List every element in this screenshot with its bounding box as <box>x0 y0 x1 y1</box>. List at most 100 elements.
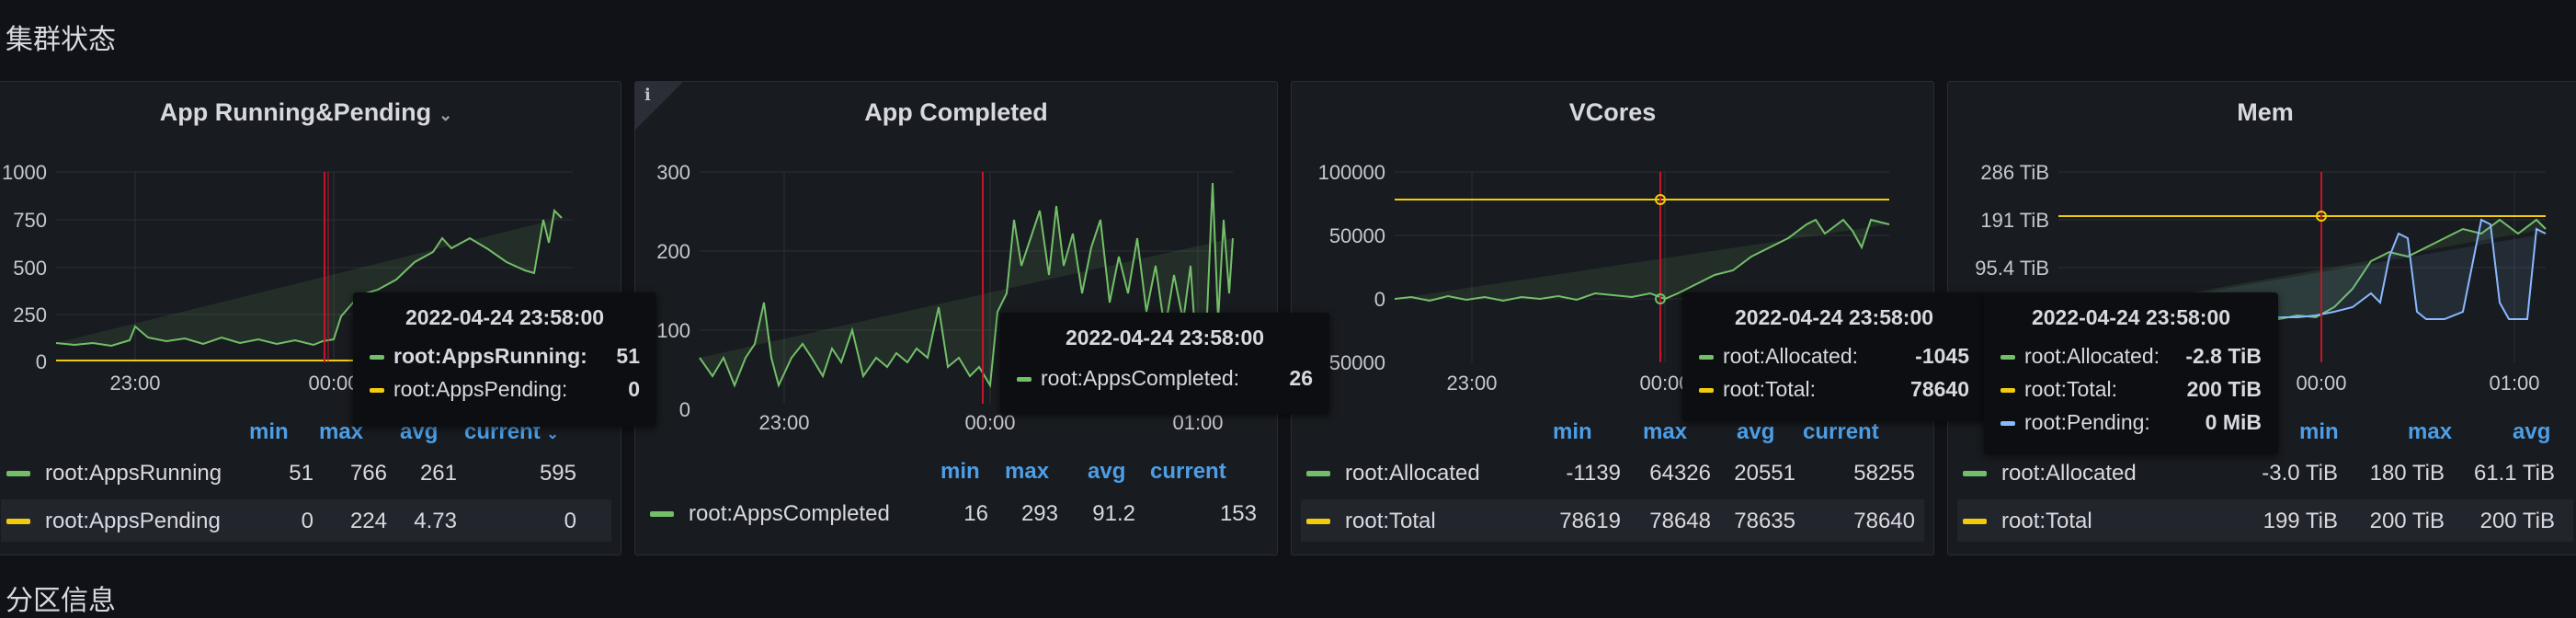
tooltip-series-name: root:Pending: <box>2024 410 2150 434</box>
legend-min: -3.0 TiB <box>2262 461 2338 486</box>
y-tick-label: 286 TiB <box>1980 161 2049 184</box>
tooltip-value: 26 <box>1289 366 1313 390</box>
legend-current: 78640 <box>1853 509 1915 533</box>
x-tick-label: 00:00 <box>964 411 1015 434</box>
legend-header-avg[interactable]: avg <box>2513 419 2550 445</box>
tooltip-time: 2022-04-24 23:58:00 <box>1734 305 1934 329</box>
legend-max: 180 TiB <box>2369 461 2445 486</box>
legend-avg: 20551 <box>1734 461 1795 486</box>
legend-series-name[interactable]: root:AppsRunning <box>45 461 222 486</box>
tooltip-app-running: 2022-04-24 23:58:00 root:AppsRunning: 51… <box>353 292 656 427</box>
y-axis: 1000 750 500 250 0 <box>2 161 47 373</box>
legend-item-apps-completed[interactable]: root:AppsCompleted 16 293 91.2 153 <box>644 492 1268 534</box>
legend-item-allocated[interactable]: root:Allocated -1139 64326 20551 58255 <box>1301 452 1924 494</box>
y-tick-label: 50000 <box>1329 224 1385 247</box>
tooltip-row: root:Total: 200 TiB <box>2000 375 2262 406</box>
legend-header-current[interactable]: current <box>1150 459 1226 485</box>
tooltip-value: 0 <box>628 377 640 401</box>
series-swatch[interactable] <box>1306 471 1330 476</box>
series-swatch[interactable] <box>6 519 30 524</box>
tooltip-value: 78640 <box>1910 377 1969 401</box>
legend-max: 200 TiB <box>2369 509 2445 533</box>
tooltip-value: 200 TiB <box>2186 377 2262 401</box>
legend-series-name[interactable]: root:AppsPending <box>45 509 221 534</box>
x-axis: 23:00 00:00 <box>1446 372 1690 395</box>
chevron-down-icon[interactable]: ⌄ <box>546 427 558 442</box>
legend-item-total[interactable]: root:Total 78619 78648 78635 78640 <box>1301 499 1924 542</box>
legend-series-name[interactable]: root:Allocated <box>1345 461 1480 486</box>
series-swatch[interactable] <box>6 471 30 476</box>
legend-avg: 78635 <box>1734 509 1795 533</box>
x-tick-label: 01:00 <box>1172 411 1223 434</box>
y-tick-label: 95.4 TiB <box>1975 257 2049 280</box>
tooltip-series-name: root:AppsCompleted: <box>1041 366 1240 390</box>
legend-header-avg[interactable]: avg <box>1088 459 1125 485</box>
tooltip-series-name: root:AppsRunning: <box>393 344 587 368</box>
tooltip-row: root:AppsPending: 0 <box>370 375 640 406</box>
tooltip-app-completed: 2022-04-24 23:58:00 root:AppsCompleted: … <box>1000 313 1329 414</box>
legend-item-total[interactable]: root:Total 199 TiB 200 TiB 200 TiB <box>1957 499 2573 542</box>
legend-header-min[interactable]: min <box>1553 419 1592 445</box>
tooltip-row: root:Allocated: -2.8 TiB <box>2000 342 2262 373</box>
legend-header-max[interactable]: max <box>1005 459 1049 485</box>
legend-header-current[interactable]: current <box>1803 419 1879 445</box>
legend-series-name[interactable]: root:Total <box>1345 509 1436 534</box>
x-axis: 23:00 00:00 01:00 <box>758 411 1223 434</box>
tooltip-time: 2022-04-24 23:58:00 <box>2031 305 2231 329</box>
y-tick-label: 200 <box>656 240 690 263</box>
x-tick-label: 00:00 <box>2296 372 2346 395</box>
x-tick-label: 23:00 <box>109 372 160 395</box>
tooltip-row: root:Allocated: -1045 <box>1699 342 1969 373</box>
y-tick-label: 100 <box>656 319 690 342</box>
y-tick-label: 300 <box>656 161 690 184</box>
series-swatch[interactable] <box>1963 519 1987 524</box>
tooltip-series-name: root:AppsPending: <box>393 377 568 401</box>
series-swatch <box>370 355 384 360</box>
tooltip-row: root:Total: 78640 <box>1699 375 1969 406</box>
row-title-partition-info[interactable]: 分区信息 <box>6 578 116 618</box>
series-swatch <box>2000 355 2015 360</box>
legend-series-name[interactable]: root:Total <box>2001 509 2092 534</box>
x-axis: 23:00 00:00 <box>109 372 359 395</box>
x-tick-label: 01:00 <box>2489 372 2539 395</box>
row-title-cluster-status[interactable]: 集群状态 <box>6 17 116 57</box>
legend-current: 0 <box>564 509 576 533</box>
tooltip-value: -1045 <box>1915 344 1969 368</box>
legend-header-avg[interactable]: avg <box>1737 419 1774 445</box>
tooltip-time: 2022-04-24 23:58:00 <box>405 305 605 329</box>
legend-current: 595 <box>539 461 576 486</box>
series-line-allocated <box>1394 218 1890 303</box>
legend-current: 153 <box>1219 501 1257 526</box>
tooltip-row: root:AppsRunning: 51 <box>370 342 640 373</box>
y-tick-label: 1000 <box>2 161 47 184</box>
tooltip-value: 51 <box>616 344 640 368</box>
legend-series-name[interactable]: root:Allocated <box>2001 461 2137 486</box>
tooltip-series-name: root:Total: <box>2024 377 2117 401</box>
series-swatch[interactable] <box>1306 519 1330 524</box>
legend-header-min[interactable]: min <box>2299 419 2339 445</box>
y-tick-label: 191 TiB <box>1980 209 2049 232</box>
legend-series-name[interactable]: root:AppsCompleted <box>689 501 890 527</box>
legend-item-apps-running[interactable]: root:AppsRunning 51 766 261 595 <box>1 452 611 494</box>
y-tick-label: 0 <box>1374 288 1385 311</box>
legend-current: 58255 <box>1853 461 1915 486</box>
legend-item-apps-pending[interactable]: root:AppsPending 0 224 4.73 0 <box>1 499 611 542</box>
tooltip-vcores: 2022-04-24 23:58:00 root:Allocated: -104… <box>1682 292 1986 421</box>
legend-avg: 91.2 <box>1092 501 1135 526</box>
tooltip-row: root:Pending: 0 MiB <box>2000 408 2262 440</box>
series-swatch <box>1017 377 1032 382</box>
legend-header-min[interactable]: min <box>249 419 289 445</box>
series-swatch[interactable] <box>1963 471 1987 476</box>
tooltip-time: 2022-04-24 23:58:00 <box>1065 326 1265 349</box>
x-tick-label: 23:00 <box>758 411 809 434</box>
tooltip-value: 0 MiB <box>2205 410 2262 434</box>
legend-item-allocated[interactable]: root:Allocated -3.0 TiB 180 TiB 61.1 TiB <box>1957 452 2573 494</box>
legend-header-min[interactable]: min <box>940 459 980 485</box>
tooltip-value: -2.8 TiB <box>2185 344 2262 368</box>
series-swatch <box>1699 388 1714 393</box>
series-swatch[interactable] <box>650 511 674 517</box>
legend-min: 199 TiB <box>2263 509 2338 533</box>
y-axis: 286 TiB 191 TiB 95.4 TiB <box>1975 161 2049 280</box>
legend-header-max[interactable]: max <box>2408 419 2452 445</box>
legend-header-max[interactable]: max <box>1643 419 1687 445</box>
